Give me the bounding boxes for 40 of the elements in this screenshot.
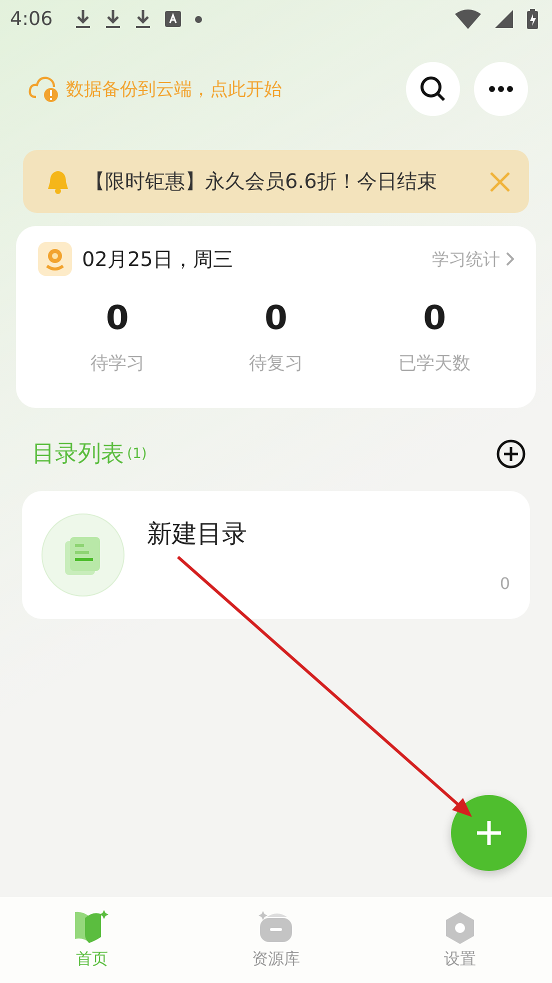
promo-text: 【限时钜惠】永久会员6.6折！今日结束 — [85, 168, 438, 195]
download-icon — [104, 9, 121, 29]
stat-label: 已学天数 — [398, 352, 471, 375]
download-icon — [74, 9, 91, 29]
folder-name: 新建目录 — [147, 518, 247, 550]
wifi-icon — [455, 9, 481, 29]
signal-icon — [495, 10, 513, 28]
stat-value: 0 — [264, 298, 288, 337]
chevron-icon — [506, 252, 514, 266]
medal-icon — [38, 242, 72, 276]
nav-tab[interactable]: 资源库 — [184, 897, 368, 983]
nav-tab[interactable]: 首页 — [0, 897, 184, 983]
section-title: 目录列表 — [32, 440, 124, 469]
document-icon — [41, 513, 125, 597]
stat-value: 0 — [106, 298, 129, 337]
text-icon — [164, 11, 181, 27]
backup-link[interactable]: 数据备份到云端，点此开始 — [28, 75, 392, 103]
add-circle-icon[interactable] — [496, 438, 526, 468]
folder-card[interactable]: 新建目录 0 — [22, 491, 530, 619]
battery-icon — [527, 9, 538, 29]
more-icon — [489, 86, 513, 92]
plus-icon — [475, 819, 503, 847]
search-icon — [419, 75, 447, 103]
stat-value: 0 — [423, 298, 446, 337]
stat-label: 待复习 — [248, 352, 303, 375]
stat-label: 待学习 — [90, 352, 144, 375]
cloud-alert-icon — [28, 75, 60, 103]
dot-icon — [194, 16, 202, 22]
add-button[interactable] — [451, 795, 527, 871]
bell-icon — [45, 168, 71, 194]
status-time: 4:06 — [10, 8, 53, 30]
book-icon — [73, 909, 111, 945]
promo-banner[interactable]: 【限时钜惠】永久会员6.6折！今日结束 — [23, 150, 529, 213]
folder-count: 0 — [500, 574, 510, 593]
section-count: (1) — [127, 446, 147, 462]
download-icon — [134, 9, 151, 29]
box-icon — [257, 909, 295, 945]
stats-link[interactable]: 学习统计 — [432, 248, 514, 270]
date-text: 02月25日，周三 — [82, 246, 234, 272]
nav-tab[interactable]: 设置 — [368, 897, 552, 983]
